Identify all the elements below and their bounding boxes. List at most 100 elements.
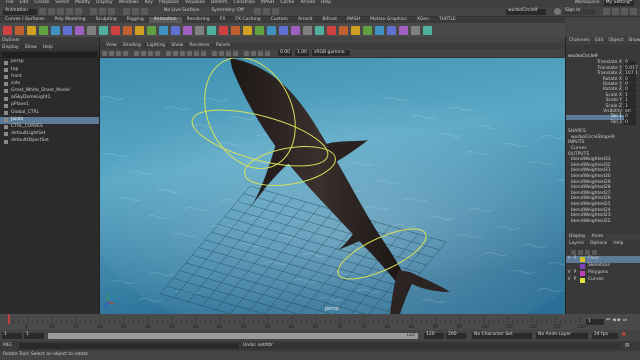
fps-select[interactable]: 24 fps — [592, 332, 618, 339]
constraint-point-icon[interactable] — [243, 25, 252, 35]
new-layer-from-selection-icon[interactable] — [592, 249, 597, 255]
menu-playback[interactable]: Playback — [159, 1, 179, 6]
menu-create[interactable]: Create — [34, 1, 49, 6]
gamma-field[interactable]: 1.00 — [295, 50, 309, 56]
workspace-select[interactable]: My Setting* — [603, 1, 634, 6]
cluster-icon[interactable] — [159, 25, 168, 35]
bookmark-icon[interactable] — [116, 50, 121, 56]
channel-box-tab-show[interactable]: Show — [628, 38, 640, 44]
range-start-inner-field[interactable]: 1 — [24, 332, 44, 339]
command-input[interactable] — [19, 343, 239, 349]
channel-row[interactable]: Scale X1 — [566, 93, 640, 99]
joint-tool-icon[interactable] — [111, 25, 120, 35]
ambient-occlusion-icon[interactable] — [212, 50, 217, 56]
outliner-menu-display[interactable]: Display — [2, 45, 19, 51]
outliner-item[interactable]: side — [0, 81, 99, 88]
layer-row[interactable]: Skeletons — [566, 263, 640, 270]
channel-value-field[interactable]: 0 — [624, 120, 636, 126]
grid-icon[interactable] — [134, 50, 139, 56]
current-time-marker[interactable] — [7, 314, 10, 324]
circle-icon[interactable] — [351, 25, 360, 35]
dope-sheet-icon[interactable] — [51, 25, 60, 35]
menu-modify[interactable]: Modify — [75, 1, 90, 6]
outputs-node[interactable]: blendWeighted22 — [566, 219, 640, 225]
go-to-start-icon[interactable]: ⏮ — [606, 318, 610, 324]
channel-row[interactable]: Visibility on — [566, 109, 640, 115]
resolution-gate-icon[interactable] — [148, 50, 153, 56]
viewport-menu-lighting[interactable]: Lighting — [147, 43, 165, 49]
range-end-field[interactable]: 120 — [424, 332, 444, 339]
colorspace-select[interactable]: sRGB gamma — [312, 50, 350, 56]
menu-mash[interactable]: MASH — [261, 1, 274, 6]
snap-point-icon[interactable] — [141, 8, 148, 15]
menu-key[interactable]: Key — [145, 1, 153, 6]
channel-box-tab-channels[interactable]: Channels — [569, 38, 590, 44]
motion-blur-icon[interactable] — [219, 50, 224, 56]
menu-windows[interactable]: Windows — [119, 1, 139, 6]
menu-edit[interactable]: Edit — [20, 1, 29, 6]
playblast-icon[interactable] — [99, 25, 108, 35]
menu-select[interactable]: Select — [55, 1, 69, 6]
outliner-item[interactable]: pPlane1 — [0, 102, 99, 109]
layer-playback-toggle[interactable]: P — [572, 271, 578, 276]
viewport-menu-renderer[interactable]: Renderer — [189, 43, 210, 49]
layer-tab-display[interactable]: Display — [569, 235, 586, 240]
perspective-viewport[interactable]: persp — [100, 58, 565, 314]
menu-arnold[interactable]: Arnold — [300, 1, 315, 6]
menu-deform[interactable]: Deform — [211, 1, 228, 6]
channel-row[interactable]: Rotate Z0 — [566, 88, 640, 94]
move-layer-up-icon[interactable] — [571, 249, 576, 255]
snap-grid-icon[interactable] — [123, 8, 130, 15]
outliner-item[interactable]: defaultObjectSet — [0, 138, 99, 145]
menu-visualize[interactable]: Visualize — [185, 1, 205, 6]
render-icon[interactable] — [253, 8, 261, 15]
new-scene-icon[interactable] — [39, 8, 46, 15]
paint-weights-icon[interactable] — [147, 25, 156, 35]
channel-row[interactable]: Scale Y1 — [566, 98, 640, 104]
move-layer-down-icon[interactable] — [578, 249, 583, 255]
layer-tab-anim[interactable]: Anim — [592, 235, 604, 240]
time-editor-icon[interactable] — [327, 25, 336, 35]
symmetry-select[interactable]: Symmetry: Off — [211, 9, 244, 14]
step-back-icon[interactable]: ◀ — [612, 318, 615, 324]
character-set-select[interactable]: No Character Set — [472, 332, 532, 339]
time-slider-ruler[interactable]: 5 10 15 20 25 30 35 40 45 50 55 60 65 70 75 80 85 90 95 100… — [0, 314, 640, 330]
menu-constrain[interactable]: Constrain — [234, 1, 256, 6]
constraint-parent-icon[interactable] — [231, 25, 240, 35]
channel-row[interactable]: Tail 20 — [566, 120, 640, 126]
user-icon[interactable] — [554, 8, 561, 15]
isolate-select-icon[interactable] — [244, 50, 249, 56]
viewport-menu-show[interactable]: Show — [171, 43, 183, 49]
ipr-render-icon[interactable] — [262, 8, 270, 15]
channel-box-tab-object[interactable]: Object — [609, 38, 624, 44]
curve-icon[interactable] — [339, 25, 348, 35]
select-component-icon[interactable] — [108, 8, 115, 15]
group-icon[interactable] — [375, 25, 384, 35]
viewport-menu-shading[interactable]: Shading — [123, 43, 141, 49]
outliner-item[interactable]: top — [0, 66, 99, 73]
layer-playback-toggle[interactable]: P — [572, 257, 578, 262]
reference-editor-icon[interactable] — [423, 25, 432, 35]
constraint-scale-icon[interactable] — [279, 25, 288, 35]
layer-menu-layers[interactable]: Layers — [569, 242, 584, 247]
graph-editor-icon[interactable] — [39, 25, 48, 35]
layer-row[interactable]: V P Floor — [566, 256, 640, 263]
camera-attributes-icon[interactable] — [109, 50, 114, 56]
ghost-icon[interactable] — [87, 25, 96, 35]
smooth-shade-icon[interactable] — [173, 50, 178, 56]
script-editor-icon[interactable]: ▤ — [625, 343, 629, 349]
set-driven-key-icon[interactable] — [27, 25, 36, 35]
image-plane-icon[interactable] — [123, 50, 128, 56]
outliner-item[interactable]: Great_White_Shark_Model — [0, 88, 99, 95]
outliner-menu-show[interactable]: Show — [25, 45, 37, 51]
hik-icon[interactable] — [315, 25, 324, 35]
open-scene-icon[interactable] — [48, 8, 55, 15]
range-bar[interactable]: 122 — [48, 332, 418, 339]
outliner-item[interactable]: Global_CTRL — [0, 109, 99, 116]
viewport-menu-view[interactable]: View — [106, 43, 117, 49]
play-forward-icon[interactable]: ▶ — [618, 318, 621, 324]
trax-editor-icon[interactable] — [63, 25, 72, 35]
ik-handle-icon[interactable] — [123, 25, 132, 35]
layer-color-swatch[interactable] — [580, 257, 585, 262]
layer-row[interactable]: V P Polygons — [566, 270, 640, 277]
